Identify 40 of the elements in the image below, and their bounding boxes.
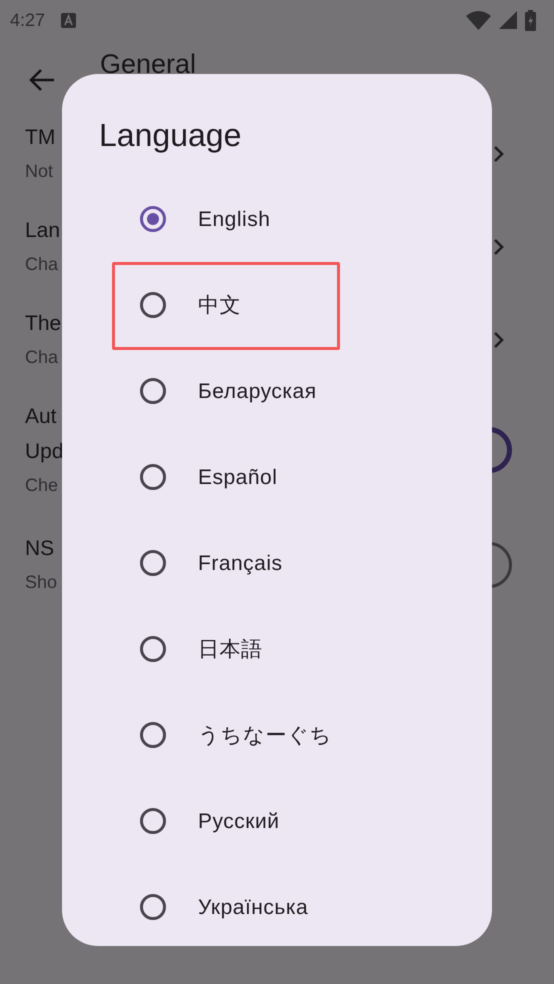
radio-button[interactable] [139,205,167,234]
setting-title: Lan [25,218,60,244]
chevron-icon[interactable] [493,330,505,348]
language-option[interactable]: Беларуская [198,376,317,408]
setting-subtitle: Cha [25,346,60,369]
radio-button[interactable] [139,549,167,578]
language-option[interactable]: Українська [198,892,308,924]
radio-button[interactable] [139,463,167,492]
page-title: General [100,50,196,78]
radio-button[interactable] [139,807,167,836]
wifi-icon [466,10,491,30]
status-time: 4:27 [10,8,46,32]
notification-icon [61,12,76,28]
chevron-icon[interactable] [493,238,505,256]
signal-icon [499,11,517,29]
setting-title: The [25,311,62,337]
setting-title: TM [25,125,56,151]
radio-button[interactable] [139,377,167,406]
battery-icon [525,10,536,30]
setting-title: NS [25,536,56,562]
radio-button[interactable] [139,635,167,664]
back-icon[interactable] [28,68,56,92]
setting-title: Aut [25,404,58,430]
language-option[interactable]: Français [198,548,283,580]
dialog-title: Language [98,116,242,154]
setting-subtitle: Che [25,474,60,497]
language-option[interactable]: Русский [198,806,280,838]
language-option[interactable]: English [198,204,270,236]
radio-button[interactable] [139,893,167,922]
setting-title: Upd [25,439,64,465]
language-option[interactable]: Español [198,462,278,494]
radio-button[interactable] [139,721,167,750]
radio-button[interactable] [139,291,167,320]
language-option[interactable]: 中文 [198,290,241,322]
setting-subtitle: Sho [25,571,58,594]
setting-subtitle: Cha [25,253,60,276]
language-option[interactable]: うちなーぐち [198,720,332,752]
setting-subtitle: Not [25,160,54,183]
language-option[interactable]: 日本語 [198,634,262,666]
chevron-icon[interactable] [493,144,505,162]
